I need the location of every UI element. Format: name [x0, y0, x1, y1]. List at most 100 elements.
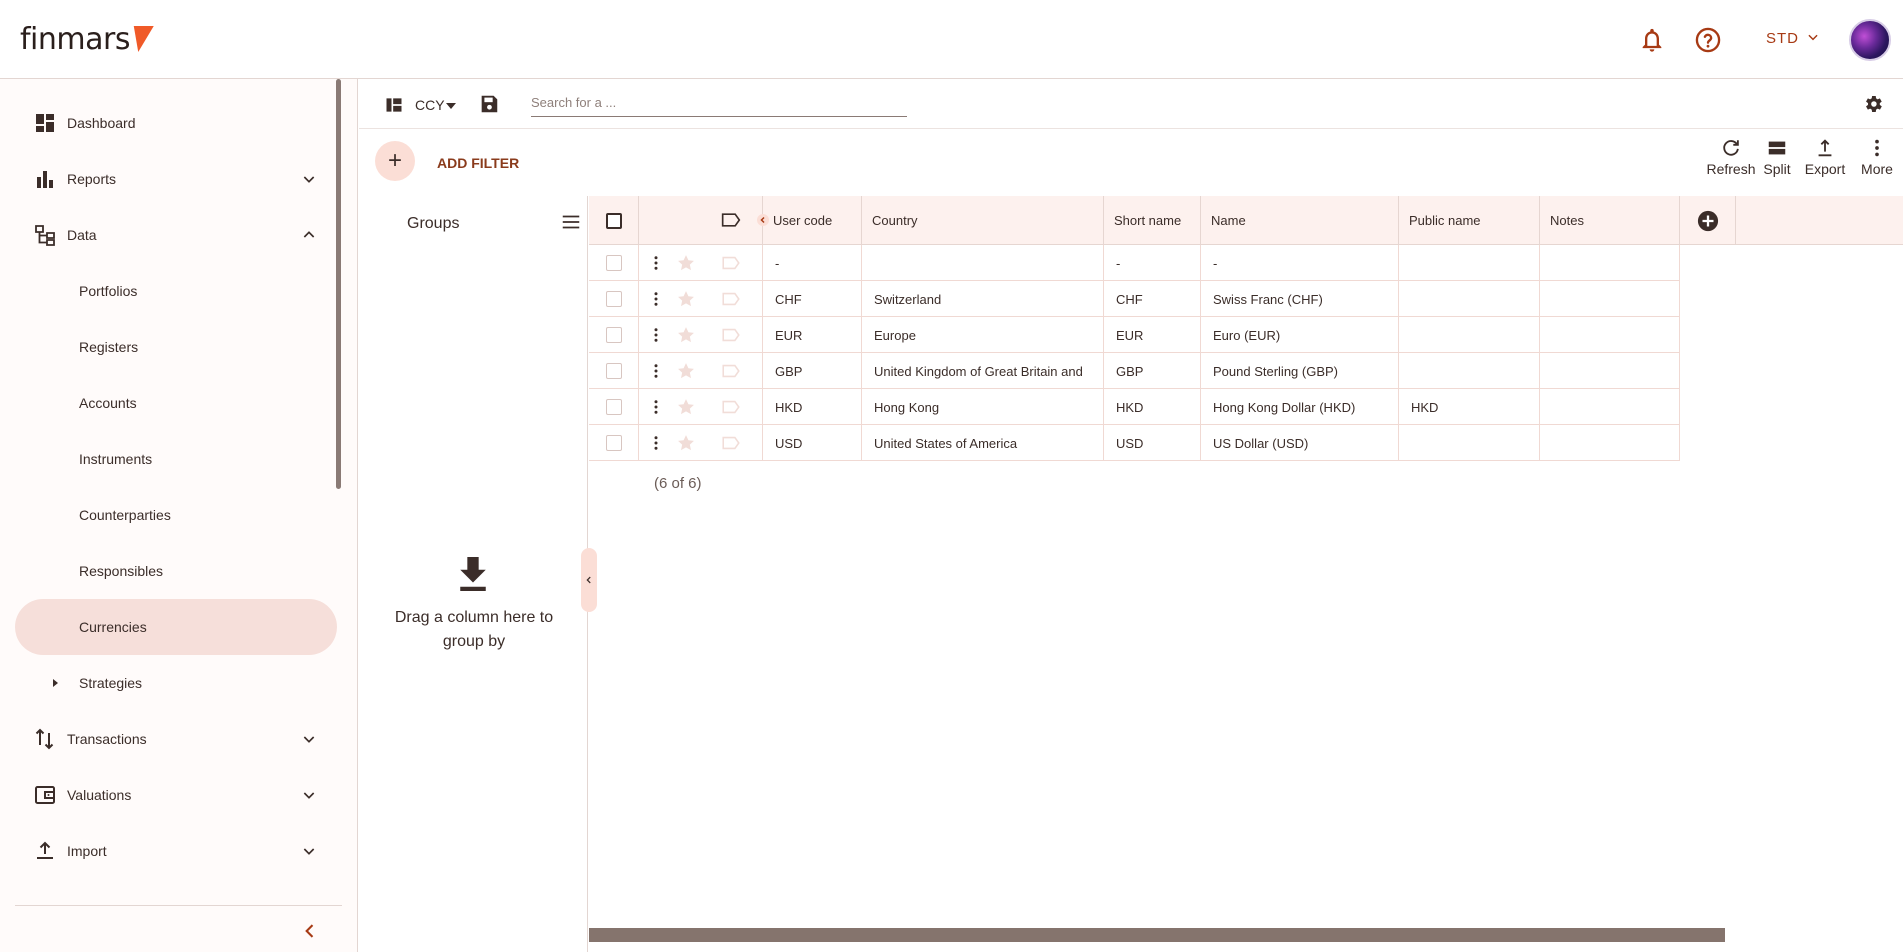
star-icon[interactable]: [676, 433, 696, 453]
row-actions-header: [639, 196, 769, 245]
sidebar-item-accounts[interactable]: Accounts: [15, 375, 337, 431]
help-icon[interactable]: [1694, 26, 1722, 54]
horizontal-scrollbar[interactable]: [589, 928, 1725, 942]
row-checkbox[interactable]: [606, 363, 622, 379]
sidebar-item-portfolios[interactable]: Portfolios: [15, 263, 337, 319]
more-vert-icon[interactable]: [647, 434, 665, 452]
caret-down-icon[interactable]: [445, 101, 457, 111]
sidebar-divider: [15, 905, 342, 906]
collapse-sidebar-icon[interactable]: [300, 921, 320, 941]
more-vert-icon[interactable]: [647, 326, 665, 344]
sidebar-item-valuations[interactable]: Valuations: [15, 767, 337, 823]
add-filter-button[interactable]: +: [375, 141, 415, 181]
table-row[interactable]: HKD Hong Kong HKD Hong Kong Dollar (HKD) HKD: [589, 389, 1680, 425]
label-icon[interactable]: [721, 328, 741, 342]
label-icon[interactable]: [721, 256, 741, 270]
table-row[interactable]: CHF Switzerland CHF Swiss Franc (CHF): [589, 281, 1680, 317]
sidebar-scrollbar[interactable]: [336, 79, 341, 489]
split-button[interactable]: Split: [1751, 137, 1803, 177]
add-column-icon[interactable]: [1697, 210, 1719, 232]
chevron-down-icon[interactable]: [301, 787, 317, 803]
sidebar-item-transactions[interactable]: Transactions: [15, 711, 337, 767]
std-select[interactable]: STD: [1766, 30, 1799, 47]
split-label: Split: [1763, 161, 1791, 177]
column-header[interactable]: Name: [1201, 196, 1399, 245]
column-header[interactable]: Short name: [1104, 196, 1201, 245]
swap-vert-icon: [35, 728, 54, 750]
sidebar-item-reports[interactable]: Reports: [15, 151, 337, 207]
chevron-down-icon[interactable]: [301, 843, 317, 859]
layout-icon[interactable]: [384, 94, 404, 116]
more-vert-icon[interactable]: [647, 254, 665, 272]
star-icon[interactable]: [676, 397, 696, 417]
bell-icon[interactable]: [1638, 26, 1666, 54]
group-drop-hint[interactable]: Drag a column here to group by: [389, 606, 559, 654]
sidebar-item-registers[interactable]: Registers: [15, 319, 337, 375]
caret-right-icon[interactable]: [49, 677, 61, 689]
table-cell: [1540, 389, 1680, 425]
row-checkbox[interactable]: [606, 327, 622, 343]
label-icon[interactable]: [721, 364, 741, 378]
chevron-down-icon[interactable]: [1806, 30, 1820, 44]
finmars-logo[interactable]: finmars: [20, 22, 130, 57]
table-row[interactable]: ---: [589, 245, 1680, 281]
row-checkbox[interactable]: [606, 399, 622, 415]
layout-name[interactable]: CCY: [415, 97, 445, 113]
logo-mark-icon: [128, 26, 154, 52]
label-icon[interactable]: [721, 400, 741, 414]
table-cell: [862, 245, 1104, 281]
sidebar-item-import[interactable]: Import: [15, 823, 337, 879]
column-header[interactable]: Public name: [1399, 196, 1540, 245]
table-cell: GBP: [763, 353, 862, 389]
row-checkbox[interactable]: [606, 435, 622, 451]
table-cell: USD: [1104, 425, 1201, 461]
star-icon[interactable]: [676, 289, 696, 309]
sidebar-item-dashboard[interactable]: Dashboard: [15, 95, 337, 151]
menu-icon[interactable]: [560, 211, 582, 233]
more-button[interactable]: More: [1851, 137, 1903, 177]
table-cell: GBP: [1104, 353, 1201, 389]
sidebar-item-currencies[interactable]: Currencies: [15, 599, 337, 655]
download-icon: [460, 557, 486, 591]
chevron-down-icon[interactable]: [301, 731, 317, 747]
more-vert-icon[interactable]: [647, 290, 665, 308]
sidebar-item-label: Transactions: [67, 731, 147, 747]
chevron-up-icon[interactable]: [301, 227, 317, 243]
label-icon[interactable]: [721, 436, 741, 450]
sidebar-item-responsibles[interactable]: Responsibles: [15, 543, 337, 599]
select-all-checkbox[interactable]: [606, 212, 622, 229]
row-checkbox[interactable]: [606, 291, 622, 307]
split-icon: [1768, 141, 1786, 155]
row-select-cell: [589, 389, 639, 425]
table-row[interactable]: EUR Europe EUR Euro (EUR): [589, 317, 1680, 353]
row-checkbox[interactable]: [606, 255, 622, 271]
more-vert-icon[interactable]: [647, 398, 665, 416]
export-button[interactable]: Export: [1799, 137, 1851, 177]
table-row[interactable]: GBP United Kingdom of Great Britain and GB…: [589, 353, 1680, 389]
more-vert-icon[interactable]: [647, 362, 665, 380]
row-select-cell: [589, 353, 639, 389]
star-icon[interactable]: [676, 253, 696, 273]
add-filter-label[interactable]: ADD FILTER: [437, 155, 519, 171]
save-icon[interactable]: [478, 93, 500, 115]
sidebar-item-counterparties[interactable]: Counterparties: [15, 487, 337, 543]
star-icon[interactable]: [676, 361, 696, 381]
gear-icon[interactable]: [1862, 93, 1884, 115]
sidebar-item-data[interactable]: Data: [15, 207, 337, 263]
column-header[interactable]: User code: [763, 196, 862, 245]
column-header[interactable]: Notes: [1540, 196, 1680, 245]
label-icon[interactable]: [721, 292, 741, 306]
bar-chart-icon: [37, 171, 53, 188]
refresh-button[interactable]: Refresh: [1705, 137, 1757, 177]
sidebar-item-instruments[interactable]: Instruments: [15, 431, 337, 487]
star-icon[interactable]: [676, 325, 696, 345]
label-icon[interactable]: [721, 212, 741, 228]
avatar[interactable]: [1849, 19, 1891, 61]
table-row[interactable]: USD United States of America USD US Dollar …: [589, 425, 1680, 461]
chevron-down-icon[interactable]: [301, 171, 317, 187]
search-input[interactable]: [531, 89, 907, 117]
row-actions-cell: [639, 425, 763, 461]
sidebar-item-strategies[interactable]: Strategies: [15, 655, 337, 711]
column-header[interactable]: Country: [862, 196, 1104, 245]
table-cell: USD: [763, 425, 862, 461]
